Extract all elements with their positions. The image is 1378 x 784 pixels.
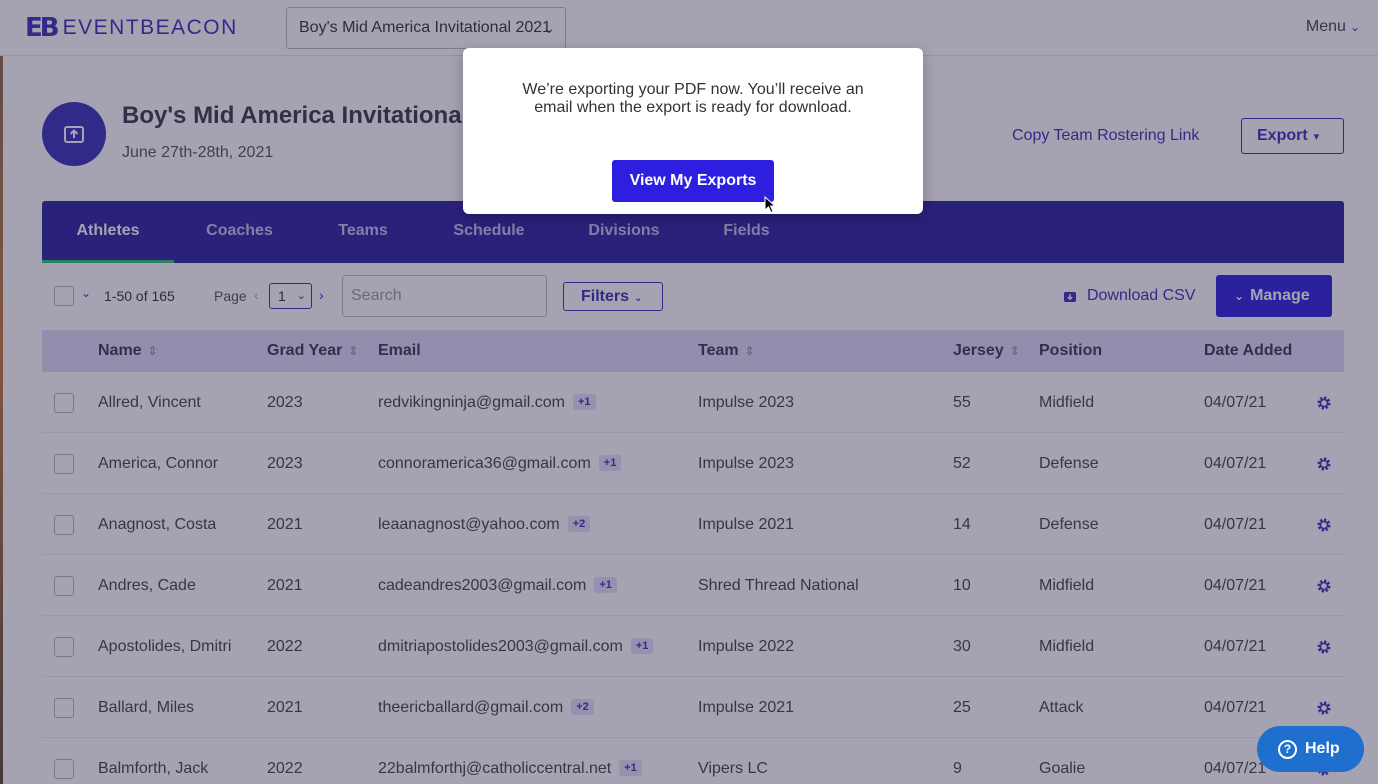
help-button[interactable]: ? Help	[1257, 726, 1364, 772]
question-icon: ?	[1278, 739, 1297, 759]
view-my-exports-button[interactable]: View My Exports	[612, 160, 774, 202]
modal-message: We’re exporting your PDF now. You’ll rec…	[522, 81, 864, 116]
mouse-cursor-icon	[764, 196, 776, 214]
export-modal: We’re exporting your PDF now. You’ll rec…	[463, 48, 923, 214]
help-label: Help	[1305, 740, 1340, 757]
